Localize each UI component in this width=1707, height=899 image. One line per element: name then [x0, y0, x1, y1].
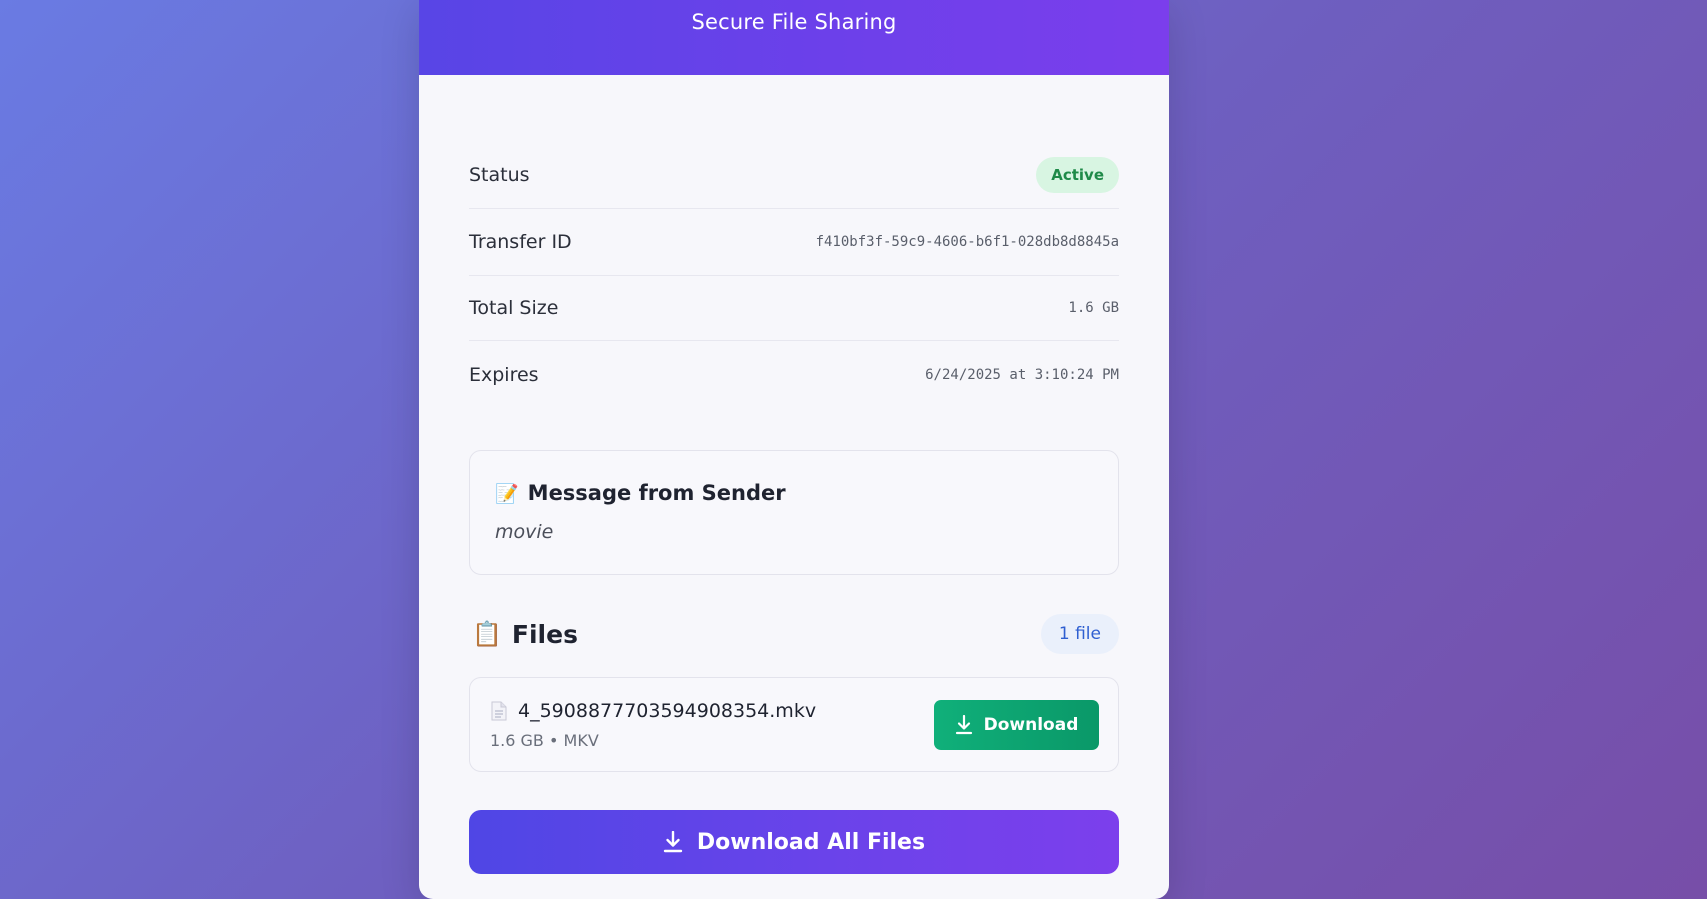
download-icon	[955, 714, 972, 734]
message-title: 📝 Message from Sender	[495, 481, 1093, 505]
transfer-id-label: Transfer ID	[469, 231, 572, 253]
total-size-value: 1.6 GB	[1068, 300, 1119, 316]
download-all-label: Download All Files	[696, 829, 926, 855]
info-row-transfer-id: Transfer ID f410bf3f-59c9-4606-b6f1-028d…	[469, 209, 1119, 276]
info-row-total-size: Total Size 1.6 GB	[469, 276, 1119, 341]
file-meta: 1.6 GB • MKV	[490, 730, 599, 750]
card-header: Secure File Sharing	[419, 0, 1169, 75]
expires-label: Expires	[469, 363, 539, 386]
sender-message-box: 📝 Message from Sender movie	[469, 450, 1119, 575]
file-info: 4_5908877703594908354.mkv 1.6 GB • MKV	[490, 700, 816, 750]
download-button[interactable]: Download	[934, 699, 1099, 750]
download-button-label: Download	[983, 714, 1079, 735]
document-icon	[491, 701, 507, 720]
message-title-text: Message from Sender	[527, 481, 786, 505]
clipboard-icon: 📋	[472, 620, 502, 648]
info-row-status: Status Active	[469, 141, 1119, 209]
file-name-row: 4_5908877703594908354.mkv	[490, 700, 816, 722]
files-title: 📋 Files	[469, 620, 578, 649]
expires-value: 6/24/2025 at 3:10:24 PM	[925, 366, 1119, 383]
download-all-button[interactable]: Download All Files	[469, 810, 1119, 874]
info-row-expires: Expires 6/24/2025 at 3:10:24 PM	[469, 341, 1119, 408]
status-label: Status	[469, 163, 530, 186]
total-size-label: Total Size	[469, 297, 559, 319]
files-count-badge: 1 file	[1040, 614, 1119, 654]
file-name: 4_5908877703594908354.mkv	[518, 699, 817, 722]
page-title: Secure File Sharing	[691, 10, 897, 34]
message-text: movie	[495, 521, 554, 543]
card-content: Status Active Transfer ID f410bf3f-59c9-…	[419, 141, 1169, 874]
files-title-text: Files	[511, 619, 578, 649]
transfer-info-list: Status Active Transfer ID f410bf3f-59c9-…	[469, 141, 1119, 408]
download-icon	[663, 831, 683, 853]
transfer-card: Secure File Sharing Status Active Transf…	[419, 0, 1169, 899]
memo-icon: 📝	[495, 482, 519, 505]
transfer-id-value: f410bf3f-59c9-4606-b6f1-028db8d8845a	[815, 234, 1119, 250]
file-item: 4_5908877703594908354.mkv 1.6 GB • MKV D…	[469, 677, 1119, 772]
status-badge: Active	[1036, 156, 1119, 193]
files-header: 📋 Files 1 file	[469, 613, 1119, 655]
